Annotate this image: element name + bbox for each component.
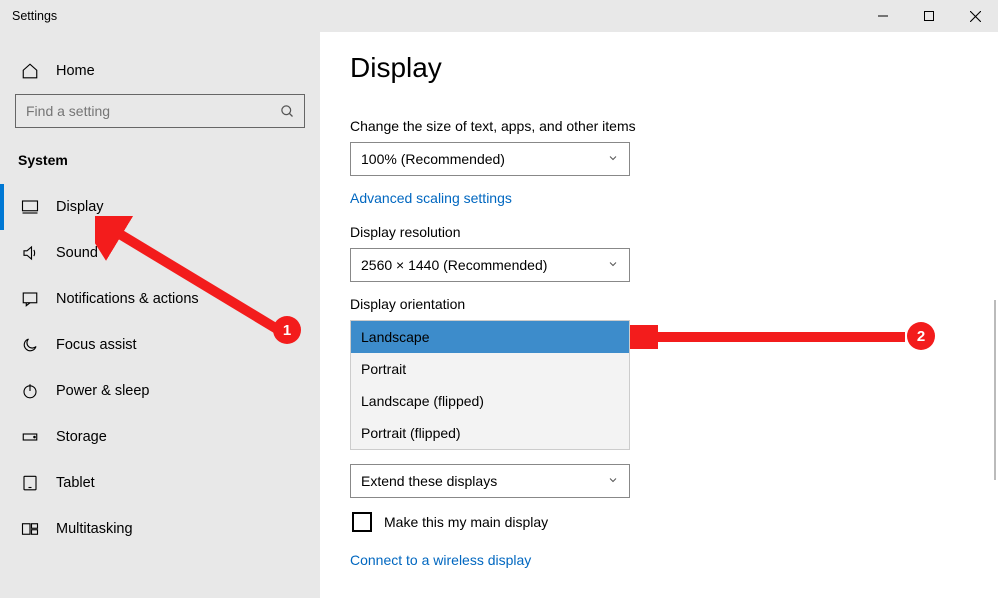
orientation-option-portrait-flipped[interactable]: Portrait (flipped) <box>351 417 629 449</box>
chevron-down-icon <box>607 474 619 489</box>
message-icon <box>18 290 42 308</box>
sidebar-item-tablet[interactable]: Tablet <box>0 460 320 506</box>
orientation-option-landscape[interactable]: Landscape <box>351 321 629 353</box>
home-label: Home <box>56 63 95 79</box>
multiple-displays-value: Extend these displays <box>361 473 497 489</box>
window-titlebar: Settings <box>0 0 998 32</box>
monitor-icon <box>18 198 42 216</box>
close-button[interactable] <box>952 0 998 32</box>
minimize-button[interactable] <box>860 0 906 32</box>
chevron-down-icon <box>607 152 619 167</box>
category-system: System <box>0 146 320 184</box>
sidebar-item-label: Storage <box>56 429 107 445</box>
scale-dropdown[interactable]: 100% (Recommended) <box>350 142 630 176</box>
orientation-label: Display orientation <box>350 296 998 312</box>
sidebar-item-label: Tablet <box>56 475 95 491</box>
sidebar-item-label: Display <box>56 199 104 215</box>
scale-label: Change the size of text, apps, and other… <box>350 118 998 134</box>
orientation-dropdown-open[interactable]: Landscape Portrait Landscape (flipped) P… <box>350 320 630 450</box>
scrollbar[interactable] <box>994 300 996 480</box>
annotation-arrow-2 <box>630 325 910 349</box>
checkbox-icon[interactable] <box>352 512 372 532</box>
moon-icon <box>18 336 42 354</box>
orientation-option-landscape-flipped[interactable]: Landscape (flipped) <box>351 385 629 417</box>
page-title: Display <box>350 52 998 84</box>
main-display-checkbox-row[interactable]: Make this my main display <box>350 512 998 532</box>
scale-value: 100% (Recommended) <box>361 151 505 167</box>
sidebar-item-power-sleep[interactable]: Power & sleep <box>0 368 320 414</box>
wireless-display-link[interactable]: Connect to a wireless display <box>350 552 531 568</box>
speaker-icon <box>18 244 42 262</box>
sidebar-item-label: Multitasking <box>56 521 133 537</box>
chevron-down-icon <box>607 258 619 273</box>
window-controls <box>860 0 998 32</box>
home-nav[interactable]: Home <box>0 50 320 92</box>
search-icon <box>270 104 304 119</box>
advanced-scaling-link[interactable]: Advanced scaling settings <box>350 190 512 206</box>
maximize-button[interactable] <box>906 0 952 32</box>
window-title: Settings <box>0 9 860 23</box>
power-icon <box>18 382 42 400</box>
resolution-value: 2560 × 1440 (Recommended) <box>361 257 547 273</box>
resolution-label: Display resolution <box>350 224 998 240</box>
main-panel: Display Change the size of text, apps, a… <box>320 32 998 598</box>
tablet-icon <box>18 474 42 492</box>
resolution-dropdown[interactable]: 2560 × 1440 (Recommended) <box>350 248 630 282</box>
search-box[interactable] <box>15 94 305 128</box>
annotation-badge-1: 1 <box>273 316 301 344</box>
multiple-displays-dropdown[interactable]: Extend these displays <box>350 464 630 498</box>
sidebar-item-label: Power & sleep <box>56 383 150 399</box>
sidebar-item-label: Sound <box>56 245 98 261</box>
multitask-icon <box>18 520 42 538</box>
annotation-badge-2: 2 <box>907 322 935 350</box>
home-icon <box>18 62 42 80</box>
main-display-checkbox-label: Make this my main display <box>384 514 548 530</box>
sidebar-item-storage[interactable]: Storage <box>0 414 320 460</box>
sidebar-item-multitasking[interactable]: Multitasking <box>0 506 320 552</box>
orientation-option-portrait[interactable]: Portrait <box>351 353 629 385</box>
annotation-arrow-1 <box>95 216 285 341</box>
search-input[interactable] <box>16 103 270 119</box>
drive-icon <box>18 428 42 446</box>
